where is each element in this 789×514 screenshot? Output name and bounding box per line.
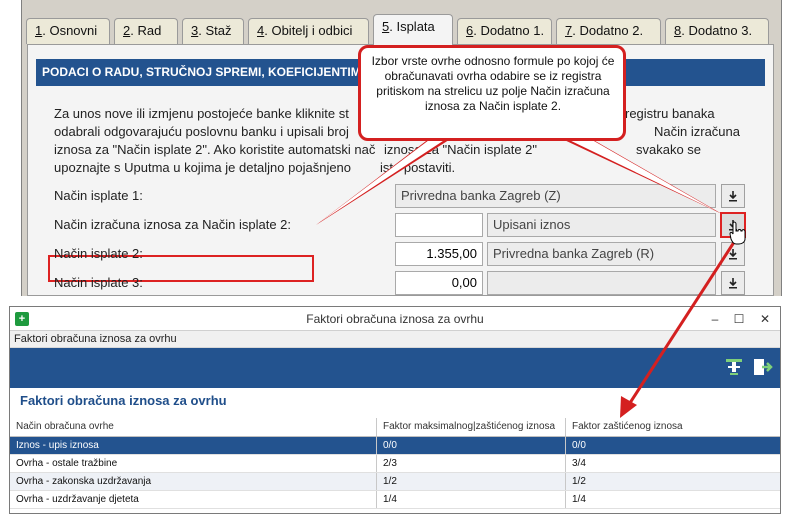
intro-line: registru banaka bbox=[625, 106, 715, 121]
maximize-button[interactable]: ☐ bbox=[730, 310, 748, 328]
table-cell: 1/4 bbox=[377, 491, 566, 508]
annotation-callout: Izbor vrste ovrhe odnosno formule po koj… bbox=[358, 45, 626, 141]
screenshot: 1. Osnovni 2. Rad 3. Staž 4. Obitelj i o… bbox=[0, 0, 789, 514]
table-cell: Ovrha - zakonska uzdržavanja bbox=[10, 473, 377, 490]
table-cell: Ovrha - uzdržavanje djeteta bbox=[10, 491, 377, 508]
nacin-izracuna-code-field[interactable] bbox=[395, 213, 483, 237]
intro-line: svakako se bbox=[636, 142, 702, 157]
dialog-toolbar bbox=[10, 348, 780, 388]
table-cell: 0/0 bbox=[572, 440, 586, 451]
download-arrow-icon bbox=[729, 278, 737, 289]
download-arrow-icon bbox=[729, 220, 737, 231]
dialog-titlebar[interactable]: + Faktori obračuna iznosa za ovrhu – ☐ ✕ bbox=[10, 307, 780, 331]
dialog-subtitle: Faktori obračuna iznosa za ovrhu bbox=[10, 331, 780, 348]
nacin-isplate-1-lookup-button[interactable] bbox=[721, 184, 745, 208]
tab-osnovni[interactable]: 1. Osnovni bbox=[26, 18, 110, 44]
tab-label: . Osnovni bbox=[42, 23, 98, 38]
table-cell: Iznos - upis iznosa bbox=[10, 437, 377, 454]
intro-line: isto postaviti. bbox=[380, 160, 456, 175]
column-header[interactable]: Faktor zaštićenog iznosa bbox=[566, 418, 780, 436]
table-row[interactable]: Iznos - upis iznosa 0/0 0/0 bbox=[10, 437, 780, 455]
nacin-isplate-2-bank-field[interactable]: Privredna banka Zagreb (R) bbox=[487, 242, 716, 266]
table-cell: 3/4 bbox=[572, 458, 586, 469]
nacin-isplate-1-bank-field[interactable]: Privredna banka Zagreb (Z) bbox=[395, 184, 716, 208]
filter-icon-graphic bbox=[726, 359, 742, 375]
tab-label: . Rad bbox=[130, 23, 162, 38]
tab-label: . Isplata bbox=[389, 19, 435, 34]
tab-dodatno-2[interactable]: 7. Dodatno 2. bbox=[556, 18, 661, 44]
intro-line: Način izračuna bbox=[654, 124, 740, 139]
download-arrow-icon bbox=[729, 249, 737, 260]
table-row[interactable]: Ovrha - ostale tražbine 2/3 3/4 bbox=[10, 455, 780, 473]
nacin-izracuna-lookup-button[interactable] bbox=[720, 212, 746, 238]
table-cell: Ovrha - ostale tražbine bbox=[10, 455, 377, 472]
nacin-isplate-3-bank-field[interactable] bbox=[487, 271, 716, 295]
tab-dodatno-1[interactable]: 6. Dodatno 1. bbox=[457, 18, 552, 44]
nacin-isplate-2-amount-field[interactable]: 1.355,00 bbox=[395, 242, 483, 266]
faktori-dialog: + Faktori obračuna iznosa za ovrhu – ☐ ✕… bbox=[9, 306, 781, 514]
nacin-izracuna-label: Način izračuna iznosa za Način isplate 2… bbox=[54, 217, 292, 232]
tab-isplata[interactable]: 5. Isplata bbox=[373, 14, 453, 45]
dialog-title: Faktori obračuna iznosa za ovrhu bbox=[306, 312, 484, 326]
intro-line: iznosa za "Način isplate 2" bbox=[384, 142, 538, 157]
tab-rad[interactable]: 2. Rad bbox=[114, 18, 178, 44]
table-cell: 1/2 bbox=[377, 473, 566, 490]
tab-staz[interactable]: 3. Staž bbox=[182, 18, 244, 44]
minimize-button[interactable]: – bbox=[706, 310, 724, 328]
nacin-isplate-3-lookup-button[interactable] bbox=[721, 271, 745, 295]
tab-label: . Obitelj i odbici bbox=[264, 23, 353, 38]
nacin-isplate-3-label: Način isplate 3: bbox=[54, 275, 143, 290]
tab-strip: 1. Osnovni 2. Rad 3. Staž 4. Obitelj i o… bbox=[22, 14, 781, 45]
nacin-izracuna-value-field[interactable]: Upisani iznos bbox=[487, 213, 716, 237]
table-cell: 0/0 bbox=[377, 437, 566, 454]
tab-label: . Dodatno 3. bbox=[681, 23, 753, 38]
callout-text: Izbor vrste ovrhe odnosno formule po koj… bbox=[371, 54, 615, 113]
section-title: Faktori obračuna iznosa za ovrhu bbox=[20, 393, 227, 408]
table-cell: 2/3 bbox=[377, 455, 566, 472]
intro-line: iznosa za "Način isplate 2". Ako koristi… bbox=[54, 142, 376, 157]
tab-label: . Dodatno 1. bbox=[473, 23, 545, 38]
download-arrow-icon bbox=[729, 191, 737, 202]
tab-label: . Staž bbox=[198, 23, 232, 38]
factors-table: Način obračuna ovrhe Faktor maksimalnog|… bbox=[10, 418, 780, 509]
intro-line: Za unos nove ili izmjenu postojeće banke… bbox=[54, 106, 349, 121]
exit-icon[interactable] bbox=[751, 356, 773, 378]
tab-obitelj-i-odbici[interactable]: 4. Obitelj i odbici bbox=[248, 18, 369, 44]
table-row[interactable]: Ovrha - uzdržavanje djeteta 1/4 1/4 bbox=[10, 491, 780, 509]
table-header: Način obračuna ovrhe Faktor maksimalnog|… bbox=[10, 418, 780, 437]
nacin-isplate-1-label: Način isplate 1: bbox=[54, 188, 143, 203]
table-cell: 1/4 bbox=[572, 494, 586, 505]
tab-label: . Dodatno 2. bbox=[572, 23, 644, 38]
table-cell: 1/2 bbox=[572, 476, 586, 487]
table-row[interactable]: Ovrha - zakonska uzdržavanja 1/2 1/2 bbox=[10, 473, 780, 491]
nacin-isplate-2-label: Način isplate 2: bbox=[54, 246, 143, 261]
exit-icon-graphic bbox=[754, 359, 773, 375]
nacin-isplate-3-amount-field[interactable]: 0,00 bbox=[395, 271, 483, 295]
tab-dodatno-3[interactable]: 8. Dodatno 3. bbox=[665, 18, 769, 44]
close-button[interactable]: ✕ bbox=[756, 310, 774, 328]
filter-icon[interactable] bbox=[723, 356, 745, 378]
column-header[interactable]: Faktor maksimalnog|zaštićenog iznosa bbox=[377, 418, 566, 436]
intro-line: upoznajte s Uputma u kojima je detaljno … bbox=[54, 160, 352, 175]
nacin-isplate-2-lookup-button[interactable] bbox=[721, 242, 745, 266]
column-header[interactable]: Način obračuna ovrhe bbox=[10, 418, 377, 436]
intro-line: odabrali odgovarajuću poslovnu banku i u… bbox=[54, 124, 349, 139]
